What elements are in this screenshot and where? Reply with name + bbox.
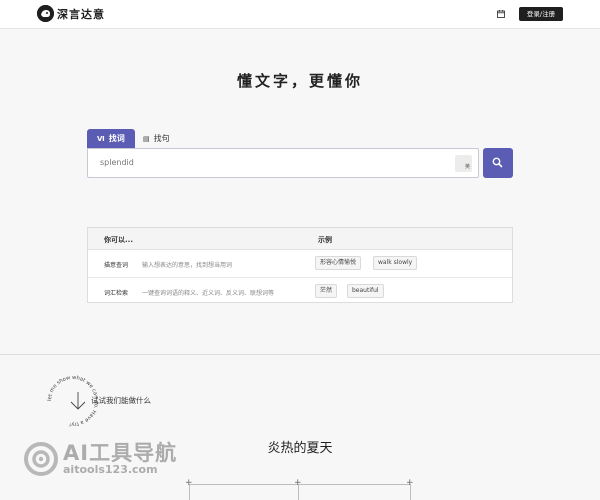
watermark-url: aitools123.com	[63, 463, 158, 476]
tab-find-word[interactable]: Ⅵ 找词	[87, 129, 135, 149]
plus-marker-icon: +	[185, 478, 193, 488]
section-divider	[0, 354, 600, 355]
header-you-can: 你可以...	[104, 236, 133, 244]
plus-marker-icon: +	[294, 478, 302, 488]
plus-marker-icon: +	[406, 478, 414, 488]
usage-examples-panel: 你可以... 示例 描意查词 输入想表达的意思，找到想当用词 形容心情愉悦 wa…	[87, 227, 513, 303]
search-icon	[492, 157, 503, 168]
logo-icon	[37, 5, 54, 22]
brand-logo[interactable]: 深言达意	[37, 5, 105, 22]
table-row: 词汇检索 一键查询词语的释义、近义词、反义词、联想词等 茫然 beautiful	[88, 277, 512, 304]
tab-find-word-label: 找词	[108, 134, 125, 143]
keyboard-language-toggle[interactable]: 英	[455, 155, 472, 172]
row-feature-description: 一键查询词语的释义、近义词、反义词、联想词等	[142, 290, 275, 297]
tab-find-sentence[interactable]: ▤ 找句	[135, 129, 180, 149]
row-feature-name: 词汇检索	[104, 290, 129, 297]
example-chip[interactable]: walk slowly	[373, 256, 418, 270]
row-feature-description: 输入想表达的意思，找到想当用词	[142, 262, 233, 269]
arrow-down-icon	[70, 392, 86, 410]
table-row: 描意查词 输入想表达的意思，找到想当用词 形容心情愉悦 walk slowly	[88, 250, 512, 277]
login-register-button[interactable]: 登录/注册	[519, 7, 563, 21]
search-input[interactable]	[100, 158, 430, 167]
search-mode-tabs: Ⅵ 找词 ▤ 找句	[87, 129, 180, 149]
header-examples: 示例	[318, 236, 332, 244]
word-icon: Ⅵ	[97, 135, 105, 143]
section-title: 炎热的夏天	[267, 441, 333, 456]
example-chip[interactable]: beautiful	[347, 284, 384, 298]
search-box: 英	[87, 148, 479, 178]
keyboard-language-label: 英	[464, 164, 470, 170]
search-button[interactable]	[483, 148, 513, 178]
panel-header: 你可以... 示例	[88, 228, 512, 250]
tab-find-sentence-label: 找句	[153, 134, 170, 143]
row-feature-name: 描意查词	[104, 262, 129, 269]
example-chip[interactable]: 形容心情愉悦	[315, 256, 362, 270]
calendar-icon[interactable]	[497, 10, 505, 18]
example-chip[interactable]: 茫然	[315, 284, 338, 298]
hero-title: 懂文字，更懂你	[236, 72, 363, 90]
sentence-icon: ▤	[143, 135, 150, 143]
try-it-link[interactable]: 试试我们能做什么	[91, 395, 151, 406]
brand-name: 深言达意	[57, 7, 105, 21]
top-navigation-bar: 深言达意 登录/注册	[0, 0, 600, 29]
